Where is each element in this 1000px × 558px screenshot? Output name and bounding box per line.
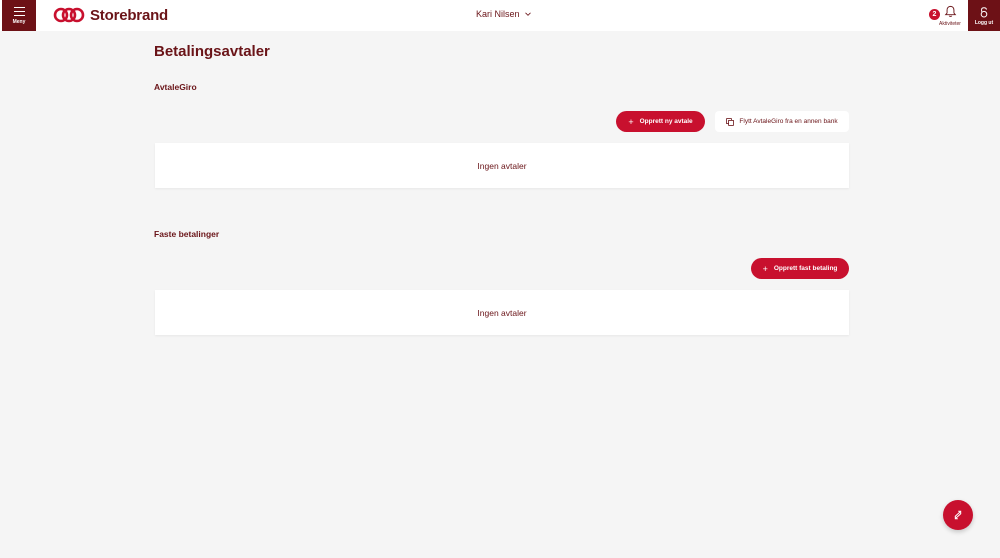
move-avtalegiro-label: Flytt AvtaleGiro fra en annen bank [739, 118, 838, 125]
logout-button[interactable]: Logg ut [968, 0, 1000, 31]
faste-empty-text: Ingen avtaler [477, 307, 527, 318]
copy-icon [726, 117, 735, 126]
user-name: Kari Nilsen [476, 9, 520, 19]
swap-fab-button[interactable] [943, 500, 973, 530]
faste-section-title: Faste betalinger [154, 229, 220, 239]
avtalegiro-empty-text: Ingen avtaler [477, 160, 527, 171]
user-selector[interactable]: Kari Nilsen [476, 9, 531, 19]
swap-arrows-icon [954, 510, 962, 520]
activities-button[interactable]: 2 Aktiviteter [928, 2, 966, 30]
page-title: Betalingsavtaler [154, 43, 270, 60]
move-avtalegiro-button[interactable]: Flytt AvtaleGiro fra en annen bank [715, 111, 849, 132]
lock-icon [980, 6, 988, 17]
brand-name: Storebrand [90, 6, 169, 24]
top-bar: Meny Storebrand Kari Nilsen 2 Aktivitete… [0, 0, 1000, 31]
brand-logo[interactable]: Storebrand [53, 6, 168, 24]
plus-icon: + [628, 116, 634, 127]
faste-empty-card: Ingen avtaler [155, 290, 849, 335]
storebrand-logo-icon [53, 7, 85, 23]
activities-label: Aktiviteter [939, 21, 961, 27]
create-fixed-payment-button[interactable]: + Opprett fast betaling [751, 258, 849, 279]
avtalegiro-section-title: AvtaleGiro [154, 82, 197, 92]
create-agreement-button[interactable]: + Opprett ny avtale [616, 111, 705, 132]
activities-badge: 2 [929, 9, 940, 20]
menu-label: Meny [12, 18, 26, 25]
create-agreement-label: Opprett ny avtale [639, 118, 693, 125]
menu-button[interactable]: Meny [2, 0, 36, 31]
chevron-down-icon [524, 12, 531, 16]
hamburger-icon [13, 6, 25, 16]
plus-icon: + [762, 263, 768, 274]
logout-label: Logg ut [974, 19, 994, 26]
create-fixed-payment-label: Opprett fast betaling [773, 265, 838, 272]
avtalegiro-empty-card: Ingen avtaler [155, 143, 849, 188]
bell-icon [944, 5, 957, 17]
